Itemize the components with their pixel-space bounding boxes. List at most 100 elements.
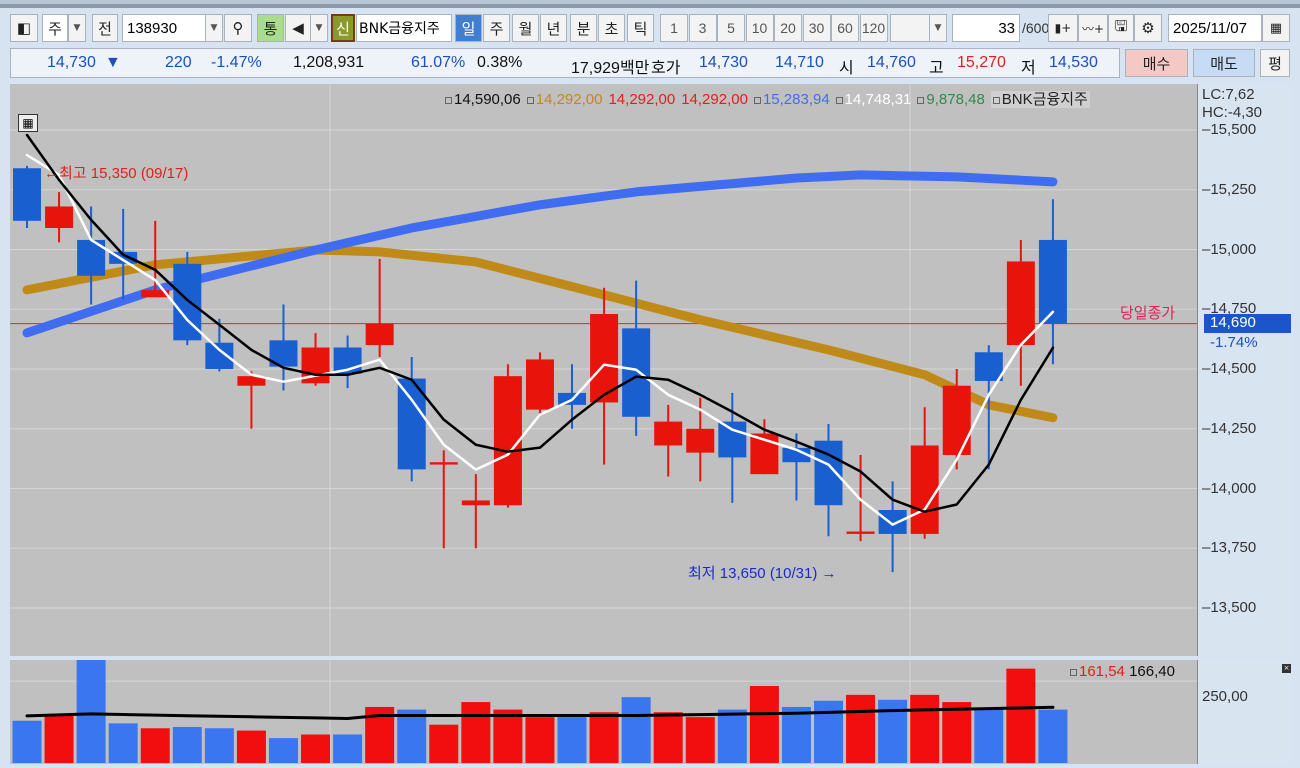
quote-bar: 14,730 ▼ 220 -1.47% 1,208,931 61.07% 0.3…: [10, 48, 1120, 78]
candle-body: [654, 421, 683, 446]
volume-legend: 161,54 166,40: [1070, 663, 1175, 680]
interval-button[interactable]: 120: [859, 14, 888, 42]
hc-label: HC:-4,30: [1202, 104, 1263, 121]
legend-v5: 15,283,94: [762, 91, 830, 108]
volume-axis[interactable]: 250,00 ×: [1197, 660, 1292, 764]
count-max: /600: [1022, 20, 1050, 36]
legend-v4: 14,292,00: [681, 91, 748, 108]
candle-body: [974, 352, 1003, 381]
candle-body: [910, 445, 939, 534]
new-button[interactable]: 신: [331, 14, 355, 42]
volume-legend-v2: 166,40: [1129, 663, 1175, 680]
period-mode-dropdown[interactable]: ▼: [68, 14, 86, 42]
speaker-dropdown[interactable]: ▼: [310, 14, 328, 42]
legend-v2: 14,292,00: [535, 91, 603, 108]
extra-select[interactable]: [890, 14, 930, 42]
price-tick-label: –15,000: [1202, 240, 1257, 258]
volume-bar: [44, 715, 74, 763]
volume-bar: [653, 712, 683, 763]
candle-add-icon[interactable]: ▮+: [1048, 14, 1078, 42]
volume-bar: [1038, 709, 1068, 763]
code-dropdown[interactable]: ▼: [205, 14, 223, 42]
candle-body: [846, 531, 875, 534]
candle-body: [45, 206, 74, 228]
candle-body: [461, 500, 490, 506]
interval-button[interactable]: 5: [717, 14, 745, 42]
period-mode-select[interactable]: 주: [42, 14, 68, 42]
candle-body: [1006, 261, 1035, 346]
close-value-badge: 14,690: [1204, 314, 1291, 333]
volume-bar: [942, 702, 972, 763]
trade-button[interactable]: 통: [257, 14, 284, 42]
candle-body: [429, 462, 458, 465]
open-price: 14,760: [867, 54, 916, 71]
search-icon[interactable]: ⚲: [224, 14, 252, 42]
current-price: 14,730: [47, 54, 96, 71]
timeframe-tab[interactable]: 분: [570, 14, 597, 42]
candle-body: [205, 342, 234, 369]
price-tick-label: –13,500: [1202, 599, 1257, 616]
layout-icon[interactable]: ◧: [10, 14, 38, 42]
stock-code-input[interactable]: 138930: [122, 14, 206, 42]
candle-body: [365, 323, 394, 346]
candle-body: [622, 328, 651, 417]
down-arrow-icon: ▼: [105, 54, 121, 71]
interval-button[interactable]: 1: [660, 14, 688, 42]
count-input[interactable]: 33: [952, 14, 1020, 42]
low-price: 14,530: [1049, 54, 1098, 71]
timeframe-tab[interactable]: 년: [540, 14, 567, 42]
volume-tick: 250,00: [1202, 688, 1248, 705]
price-tick-label: –15,250: [1202, 180, 1257, 198]
price-axis[interactable]: LC:7,62 HC:-4,30 –15,500 –15,250 –15,000 –1…: [1197, 84, 1292, 656]
turnover: 0.38%: [477, 54, 523, 71]
interval-button[interactable]: 20: [774, 14, 802, 42]
timeframe-tab[interactable]: 월: [512, 14, 539, 42]
volume-bar: [172, 726, 202, 763]
volume: 1,208,931: [293, 54, 365, 71]
date-input[interactable]: 2025/11/07: [1168, 14, 1262, 42]
calendar-icon[interactable]: ▦: [1262, 14, 1290, 42]
legend-v3: 14,292,00: [608, 91, 676, 108]
candle-body: [525, 359, 554, 410]
ask-label: 호가: [651, 60, 681, 77]
close-line-label: 당일종가: [1120, 304, 1176, 322]
timeframe-tab[interactable]: 일: [455, 14, 482, 42]
change-pct: -1.47%: [211, 54, 262, 71]
volume-bar: [12, 720, 42, 763]
legend-v6: 14,748,31: [844, 91, 912, 108]
buy-button[interactable]: 매수: [1125, 49, 1188, 77]
extra-dropdown[interactable]: ▼: [929, 14, 947, 42]
grid-icon[interactable]: ▦: [18, 114, 38, 132]
eval-button[interactable]: 평: [1260, 49, 1290, 77]
timeframe-tab[interactable]: 초: [598, 14, 625, 42]
indicator-add-icon[interactable]: 〰+: [1078, 14, 1108, 42]
volume-bar: [589, 712, 619, 763]
close-panel-icon[interactable]: ×: [1282, 664, 1291, 673]
legend-v1: 14,590,06: [454, 91, 521, 108]
volume-bar: [781, 706, 811, 763]
interval-button[interactable]: 30: [802, 14, 831, 42]
interval-button[interactable]: 60: [831, 14, 859, 42]
gear-icon[interactable]: ⚙: [1134, 14, 1162, 42]
timeframe-tab[interactable]: 주: [483, 14, 510, 42]
stock-name-field[interactable]: BNK금융지주: [356, 14, 452, 42]
high-annotation: ←최고 15,350 (09/17): [44, 165, 189, 182]
sell-button[interactable]: 매도: [1193, 49, 1255, 77]
save-icon[interactable]: 🖫: [1108, 14, 1134, 42]
bid-price: 14,710: [775, 54, 824, 71]
price-tick-label: –15,500: [1202, 121, 1257, 138]
speaker-icon[interactable]: ◀: [285, 14, 311, 42]
prev-button[interactable]: 전: [92, 14, 118, 42]
lc-label: LC:7,62: [1202, 86, 1255, 103]
volume-legend-v1: 161,54: [1079, 663, 1125, 680]
volume-bar: [910, 694, 940, 763]
timeframe-tab[interactable]: 틱: [627, 14, 654, 42]
volume-bar: [268, 738, 298, 763]
price-tick-label: –14,500: [1202, 360, 1257, 377]
volume-chart[interactable]: [10, 657, 1197, 764]
interval-button[interactable]: 3: [688, 14, 717, 42]
volume-bar: [108, 723, 138, 763]
volume-bar: [974, 709, 1004, 763]
close-pct: -1.74%: [1210, 334, 1258, 351]
interval-button[interactable]: 10: [745, 14, 774, 42]
